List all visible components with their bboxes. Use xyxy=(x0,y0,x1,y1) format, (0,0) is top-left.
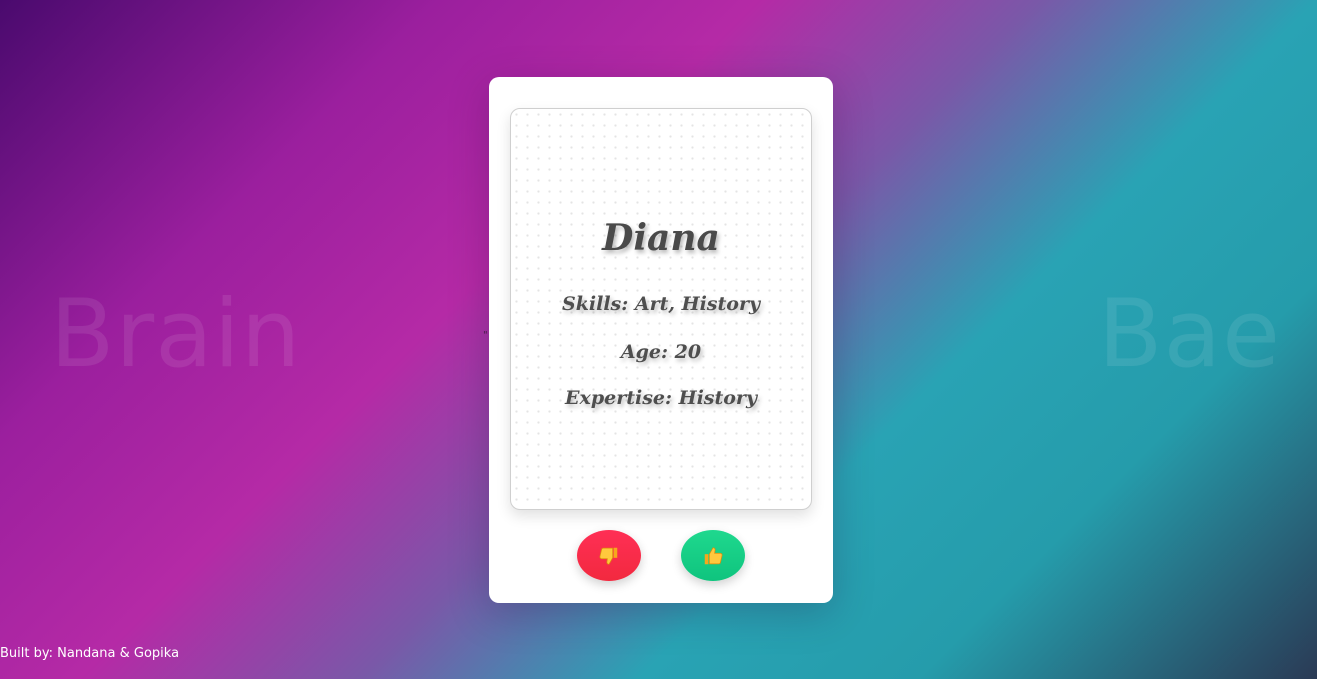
profile-skills: Skills: Art, History xyxy=(562,293,760,315)
footer-credit: Built by: Nandana & Gopika xyxy=(0,646,180,661)
dislike-button[interactable] xyxy=(577,530,641,581)
profile-card[interactable]: Diana Skills: Art, History Age: 20 Exper… xyxy=(510,108,812,510)
profile-name: Diana xyxy=(602,217,720,259)
stray-quote-mark: " xyxy=(483,330,488,341)
thumbs-up-icon xyxy=(702,545,724,567)
like-button[interactable] xyxy=(681,530,745,581)
match-panel: Diana Skills: Art, History Age: 20 Exper… xyxy=(489,77,833,603)
profile-age: Age: 20 xyxy=(620,341,702,363)
background-word-right: Bae xyxy=(1098,280,1281,389)
app-page: Brain Bae " Diana Skills: Art, History A… xyxy=(0,0,1317,679)
background-word-left: Brain xyxy=(50,280,302,389)
thumbs-down-icon xyxy=(598,545,620,567)
profile-expertise: Expertise: History xyxy=(565,387,757,409)
